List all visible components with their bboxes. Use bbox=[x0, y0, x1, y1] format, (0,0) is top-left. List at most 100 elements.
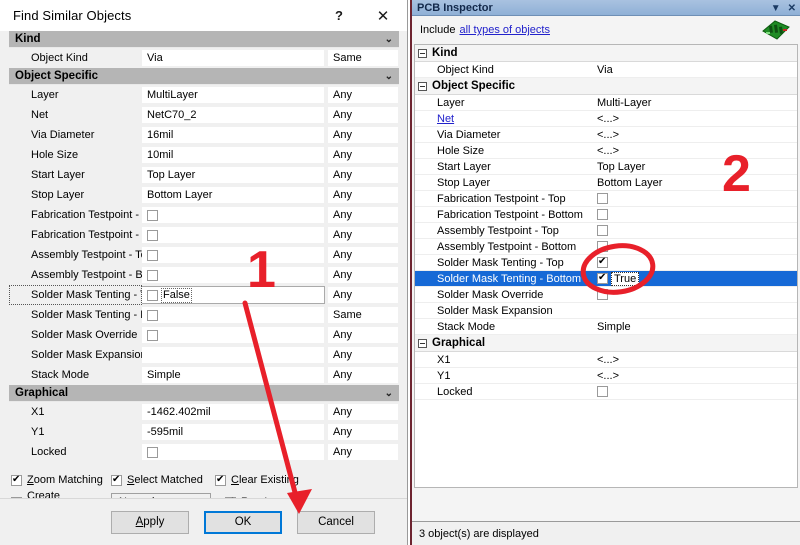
checkbox-glyph[interactable] bbox=[147, 269, 158, 281]
property-row[interactable]: Locked Any bbox=[9, 442, 399, 462]
chevron-down-icon[interactable]: ▼ bbox=[771, 3, 781, 14]
inspector-property-value[interactable]: True bbox=[595, 271, 797, 286]
inspector-property-row[interactable]: Solder Mask Expansion bbox=[415, 303, 797, 319]
inspector-section-header-object-specific[interactable]: Object Specific bbox=[415, 78, 797, 95]
inspector-property-row[interactable]: Assembly Testpoint - Bottom bbox=[415, 239, 797, 255]
property-row[interactable]: Solder Mask Expansion Any bbox=[9, 345, 399, 365]
property-operator[interactable]: Any bbox=[327, 326, 399, 344]
property-operator[interactable]: Any bbox=[327, 286, 399, 304]
help-icon[interactable]: ? bbox=[317, 0, 361, 31]
inspector-property-row[interactable]: Solder Mask Tenting - Bottom True bbox=[415, 271, 797, 287]
include-types-link[interactable]: all types of objects bbox=[459, 24, 550, 36]
property-value[interactable] bbox=[142, 306, 325, 324]
cancel-button[interactable]: Cancel bbox=[297, 510, 375, 534]
chevron-collapse-icon[interactable]: ⌄ bbox=[385, 386, 393, 401]
checkbox-glyph[interactable] bbox=[147, 229, 158, 241]
inspector-property-row[interactable]: Via Diameter <...> bbox=[415, 127, 797, 143]
property-value[interactable] bbox=[142, 346, 325, 364]
property-row[interactable]: Stack Mode Simple Any bbox=[9, 365, 399, 385]
property-value[interactable] bbox=[142, 266, 325, 284]
checkbox-glyph[interactable] bbox=[597, 193, 608, 204]
inspector-property-value[interactable] bbox=[595, 209, 797, 220]
inspector-property-value[interactable]: <...> bbox=[595, 370, 797, 382]
property-value[interactable] bbox=[142, 326, 325, 344]
chevron-collapse-icon[interactable]: ⌄ bbox=[385, 32, 393, 47]
inspector-property-label[interactable]: Net bbox=[415, 113, 595, 125]
property-operator[interactable]: Same bbox=[327, 49, 399, 67]
property-operator[interactable]: Any bbox=[327, 166, 399, 184]
property-operator[interactable]: Any bbox=[327, 346, 399, 364]
property-row[interactable]: Object Kind Via Same bbox=[9, 48, 399, 68]
checkbox-glyph[interactable] bbox=[147, 309, 158, 321]
ok-button[interactable]: OK bbox=[204, 510, 282, 534]
clear-existing-checkbox[interactable]: Clear Existing bbox=[215, 473, 325, 486]
inspector-property-row[interactable]: Fabrication Testpoint - Bottom bbox=[415, 207, 797, 223]
property-operator[interactable]: Any bbox=[327, 226, 399, 244]
property-value[interactable]: NetC70_2 bbox=[142, 106, 325, 124]
checkbox-glyph[interactable] bbox=[147, 289, 158, 301]
inspector-property-value[interactable] bbox=[595, 193, 797, 204]
property-row[interactable]: Fabrication Testpoint - T Any bbox=[9, 205, 399, 225]
inspector-property-value[interactable] bbox=[595, 289, 797, 300]
section-header-graphical[interactable]: Graphical ⌄ bbox=[9, 385, 399, 402]
checkbox-glyph[interactable] bbox=[147, 209, 158, 221]
checkbox-glyph[interactable] bbox=[597, 241, 608, 252]
property-value[interactable] bbox=[142, 246, 325, 264]
property-row[interactable]: Y1 -595mil Any bbox=[9, 422, 399, 442]
property-row[interactable]: Layer MultiLayer Any bbox=[9, 85, 399, 105]
property-row[interactable]: Solder Mask Override Any bbox=[9, 325, 399, 345]
checkbox-glyph[interactable] bbox=[147, 249, 158, 261]
inspector-property-row[interactable]: Net <...> bbox=[415, 111, 797, 127]
inspector-section-header-kind[interactable]: Kind bbox=[415, 45, 797, 62]
property-value[interactable]: Via bbox=[142, 49, 325, 67]
property-operator[interactable]: Any bbox=[327, 126, 399, 144]
inspector-section-header-graphical[interactable]: Graphical bbox=[415, 335, 797, 352]
inspector-property-value[interactable]: Top Layer bbox=[595, 161, 797, 173]
inspector-property-value[interactable] bbox=[595, 386, 797, 397]
inspector-property-value[interactable]: <...> bbox=[595, 129, 797, 141]
inspector-property-value[interactable]: Via bbox=[595, 64, 797, 76]
checkbox-glyph[interactable] bbox=[597, 209, 608, 220]
net-link[interactable]: Net bbox=[437, 113, 454, 125]
inspector-property-row[interactable]: Locked bbox=[415, 384, 797, 400]
checkbox-glyph[interactable] bbox=[597, 386, 608, 397]
inspector-property-value[interactable] bbox=[595, 257, 797, 268]
property-row[interactable]: Solder Mask Tenting - T False Any bbox=[9, 285, 399, 305]
inspector-property-value[interactable]: <...> bbox=[595, 145, 797, 157]
inspector-property-row[interactable]: Solder Mask Override bbox=[415, 287, 797, 303]
checkbox-glyph[interactable] bbox=[597, 257, 608, 268]
property-operator[interactable]: Any bbox=[327, 86, 399, 104]
property-row[interactable]: Via Diameter 16mil Any bbox=[9, 125, 399, 145]
property-row[interactable]: Hole Size 10mil Any bbox=[9, 145, 399, 165]
checkbox-glyph[interactable] bbox=[597, 289, 608, 300]
property-row[interactable]: Fabrication Testpoint - B Any bbox=[9, 225, 399, 245]
property-row[interactable]: Stop Layer Bottom Layer Any bbox=[9, 185, 399, 205]
property-operator[interactable]: Any bbox=[327, 423, 399, 441]
close-icon[interactable]: ✕ bbox=[788, 3, 796, 14]
property-value[interactable] bbox=[142, 226, 325, 244]
property-value[interactable]: -1462.402mil bbox=[142, 403, 325, 421]
inspector-property-value[interactable] bbox=[595, 225, 797, 236]
property-value[interactable]: MultiLayer bbox=[142, 86, 325, 104]
inspector-property-row[interactable]: X1 <...> bbox=[415, 352, 797, 368]
property-operator[interactable]: Any bbox=[327, 186, 399, 204]
zoom-matching-checkbox[interactable]: Zoom Matching bbox=[11, 473, 111, 486]
property-operator[interactable]: Any bbox=[327, 246, 399, 264]
checkbox-glyph[interactable] bbox=[597, 272, 608, 284]
property-value[interactable]: 10mil bbox=[142, 146, 325, 164]
chevron-collapse-icon[interactable]: ⌄ bbox=[385, 69, 393, 84]
section-header-kind[interactable]: Kind ⌄ bbox=[9, 31, 399, 48]
collapse-box-icon[interactable] bbox=[418, 338, 427, 348]
property-value[interactable] bbox=[142, 206, 325, 224]
inspector-property-row[interactable]: Solder Mask Tenting - Top bbox=[415, 255, 797, 271]
property-value[interactable] bbox=[142, 443, 325, 461]
collapse-box-icon[interactable] bbox=[418, 81, 427, 91]
property-value[interactable]: Bottom Layer bbox=[142, 186, 325, 204]
property-row[interactable]: Assembly Testpoint - Bot Any bbox=[9, 265, 399, 285]
property-row[interactable]: Solder Mask Tenting - B Same bbox=[9, 305, 399, 325]
property-operator[interactable]: Any bbox=[327, 443, 399, 461]
checkbox-glyph[interactable] bbox=[597, 225, 608, 236]
property-operator[interactable]: Any bbox=[327, 366, 399, 384]
checkbox-glyph[interactable] bbox=[147, 329, 158, 341]
property-row[interactable]: Assembly Testpoint - Top Any bbox=[9, 245, 399, 265]
